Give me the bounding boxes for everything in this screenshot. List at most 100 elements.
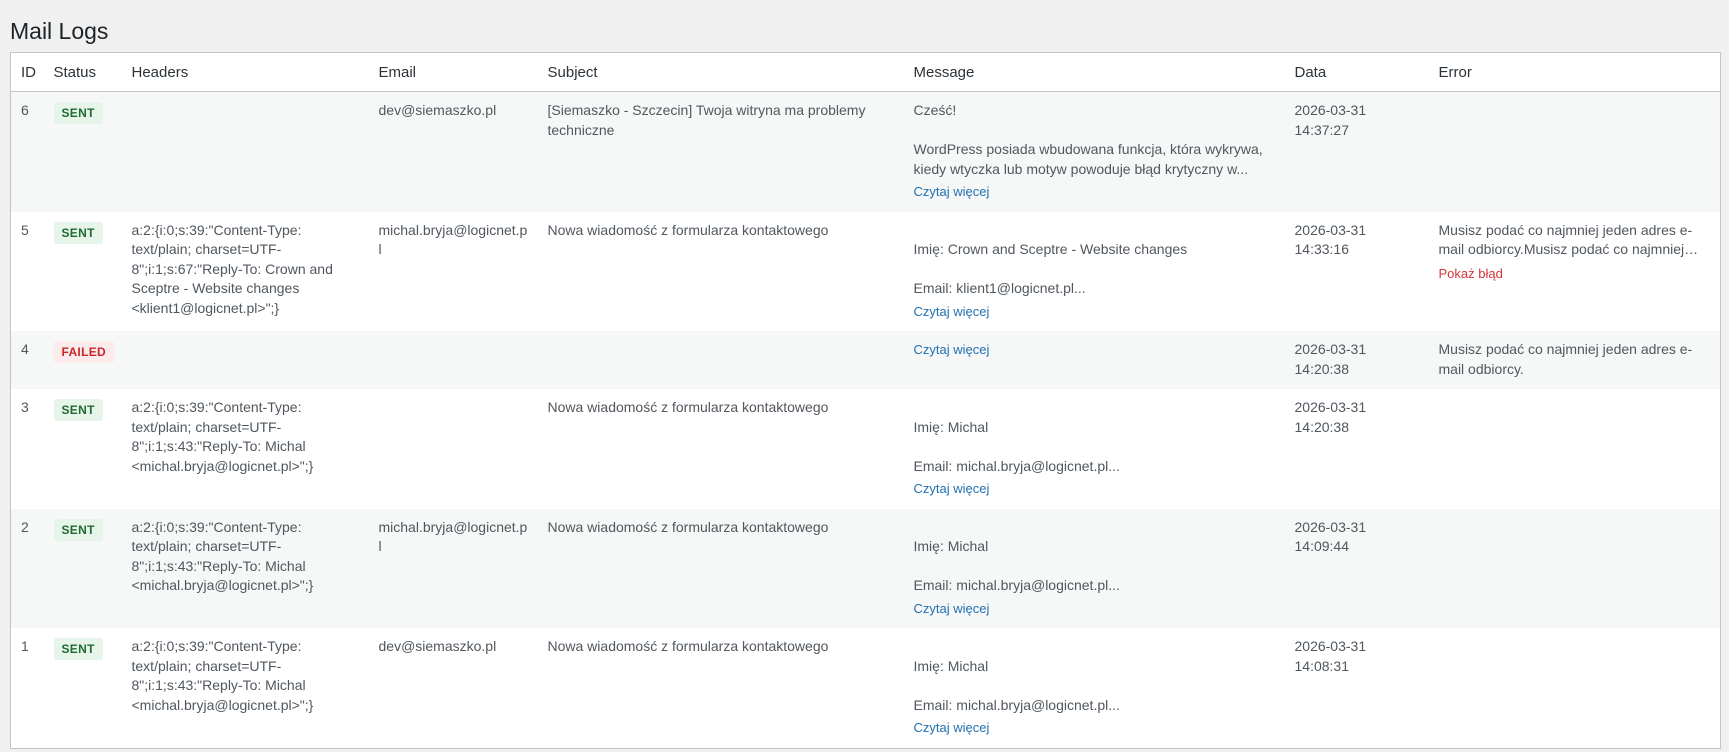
column-header-subject: Subject	[537, 52, 904, 92]
time-value: 14:20:38	[1294, 360, 1350, 377]
table-header-row: ID Status Headers Email Subject Message …	[10, 52, 1721, 92]
column-header-email: Email	[368, 52, 538, 92]
message-spacer	[914, 637, 1275, 657]
status-badge: SENT	[53, 399, 103, 421]
cell-status: SENT	[44, 509, 122, 629]
time-value: 14:20:38	[1294, 418, 1350, 435]
column-header-message: Message	[903, 52, 1285, 92]
cell-message: Imię: Crown and Sceptre - Website change…	[904, 212, 1285, 332]
message-excerpt: Email: michal.bryja@logicnet.pl...	[913, 696, 1120, 713]
status-badge: SENT	[53, 518, 103, 541]
show-error-link[interactable]: Pokaż błąd	[1439, 264, 1503, 284]
cell-subject: Nowa wiadomość z formularza kontaktowego	[547, 221, 829, 238]
cell-message: Imię: Michal Email: michal.bryja@logicne…	[904, 389, 1285, 509]
message-spacer	[914, 221, 1275, 241]
message-first-line: Imię: Crown and Sceptre - Website change…	[913, 241, 1188, 257]
date-value: 2026-03-31	[1294, 518, 1367, 535]
cell-status: SENT	[44, 389, 122, 509]
table-row: 1 SENT a:2:{i:0;s:39:"Content-Type: text…	[10, 628, 1721, 748]
message-excerpt: WordPress posiada wbudowana funkcja, któ…	[913, 141, 1263, 177]
column-header-id: ID	[10, 52, 44, 92]
column-header-error: Error	[1428, 52, 1721, 92]
table-row: 4 FAILED Czytaj więcej 2026-03-31 14:20:…	[10, 331, 1721, 389]
cell-email	[369, 389, 538, 509]
message-spacer	[914, 557, 1275, 577]
message-spacer	[914, 518, 1275, 538]
cell-subject: Nowa wiadomość z formularza kontaktowego	[547, 638, 829, 654]
cell-date: 2026-03-31 14:20:38	[1285, 331, 1429, 389]
cell-id: 1	[21, 638, 29, 654]
cell-subject: Nowa wiadomość z formularza kontaktowego	[547, 399, 829, 415]
date-value: 2026-03-31	[1294, 638, 1367, 654]
cell-error	[1429, 92, 1721, 212]
cell-email: dev@siemaszko.pl	[378, 638, 497, 654]
cell-id: 6	[21, 102, 29, 118]
cell-date: 2026-03-31 14:09:44	[1285, 509, 1429, 629]
cell-error: Musisz podać co najmniej jeden adres e-m…	[1438, 341, 1693, 377]
cell-id: 2	[21, 518, 29, 535]
cell-status: SENT	[44, 212, 122, 332]
column-header-status: Status	[43, 52, 122, 92]
message-first-line: Imię: Michal	[913, 538, 989, 554]
status-badge: SENT	[53, 102, 103, 124]
message-excerpt: Email: michal.bryja@logicnet.pl...	[913, 577, 1120, 593]
column-header-date: Data	[1284, 52, 1429, 92]
cell-headers: a:2:{i:0;s:39:"Content-Type: text/plain;…	[131, 638, 314, 713]
status-badge: SENT	[53, 221, 103, 244]
message-first-line: Imię: Michal	[913, 418, 989, 435]
cell-headers: a:2:{i:0;s:39:"Content-Type: text/plain;…	[131, 221, 333, 316]
cell-error: Musisz podać co najmniej jeden adres e-m…	[1429, 212, 1721, 332]
read-more-link[interactable]: Czytaj więcej	[914, 302, 990, 322]
cell-email: michal.bryja@logicnet.pl	[378, 221, 528, 258]
mail-logs-table: ID Status Headers Email Subject Message …	[10, 52, 1721, 749]
message-spacer	[914, 121, 1275, 141]
cell-status: SENT	[44, 628, 122, 748]
message-first-line: Cześć!	[913, 102, 957, 118]
message-spacer	[914, 437, 1275, 457]
time-value: 14:09:44	[1294, 538, 1350, 554]
cell-date: 2026-03-31 14:08:31	[1285, 628, 1429, 748]
cell-date: 2026-03-31 14:37:27	[1285, 92, 1429, 212]
date-value: 2026-03-31	[1294, 102, 1367, 118]
cell-subject	[538, 331, 904, 389]
cell-email: dev@siemaszko.pl	[378, 102, 497, 118]
cell-subject: Nowa wiadomość z formularza kontaktowego	[547, 518, 829, 535]
read-more-link[interactable]: Czytaj więcej	[914, 340, 990, 360]
cell-message: Imię: Michal Email: michal.bryja@logicne…	[904, 509, 1285, 629]
read-more-link[interactable]: Czytaj więcej	[914, 182, 990, 202]
cell-date: 2026-03-31 14:20:38	[1285, 389, 1429, 509]
cell-id: 4	[21, 341, 29, 357]
time-value: 14:33:16	[1294, 241, 1350, 257]
status-badge: SENT	[53, 638, 103, 660]
cell-id: 3	[21, 399, 29, 415]
cell-headers: a:2:{i:0;s:39:"Content-Type: text/plain;…	[131, 518, 314, 594]
cell-date: 2026-03-31 14:33:16	[1285, 212, 1429, 332]
cell-message: Cześć! WordPress posiada wbudowana funkc…	[904, 92, 1285, 212]
date-value: 2026-03-31	[1294, 341, 1367, 357]
message-spacer	[914, 260, 1275, 280]
message-spacer	[914, 398, 1275, 418]
message-spacer	[914, 676, 1275, 696]
cell-email	[369, 331, 538, 389]
cell-id: 5	[21, 221, 29, 238]
cell-headers: a:2:{i:0;s:39:"Content-Type: text/plain;…	[131, 399, 314, 474]
date-value: 2026-03-31	[1294, 399, 1367, 415]
read-more-link[interactable]: Czytaj więcej	[914, 718, 990, 738]
cell-error	[1429, 509, 1721, 629]
read-more-link[interactable]: Czytaj więcej	[914, 479, 990, 499]
time-value: 14:08:31	[1294, 657, 1350, 674]
table-row: 6 SENT dev@siemaszko.pl [Siemaszko - Szc…	[10, 91, 1721, 212]
cell-email: michal.bryja@logicnet.pl	[378, 518, 528, 555]
cell-error	[1429, 389, 1721, 509]
cell-headers	[122, 331, 369, 389]
status-badge: FAILED	[53, 341, 114, 363]
cell-status: SENT	[44, 92, 122, 212]
table-row: 2 SENT a:2:{i:0;s:39:"Content-Type: text…	[10, 508, 1721, 629]
cell-status: FAILED	[44, 331, 122, 389]
mail-logs-page: Mail Logs ID Status Headers Email Subjec…	[0, 0, 1729, 749]
read-more-link[interactable]: Czytaj więcej	[914, 599, 990, 619]
cell-subject: [Siemaszko - Szczecin] Twoja witryna ma …	[547, 102, 866, 138]
message-first-line: Imię: Michal	[913, 657, 989, 674]
cell-headers	[122, 92, 369, 212]
column-header-headers: Headers	[121, 52, 369, 92]
